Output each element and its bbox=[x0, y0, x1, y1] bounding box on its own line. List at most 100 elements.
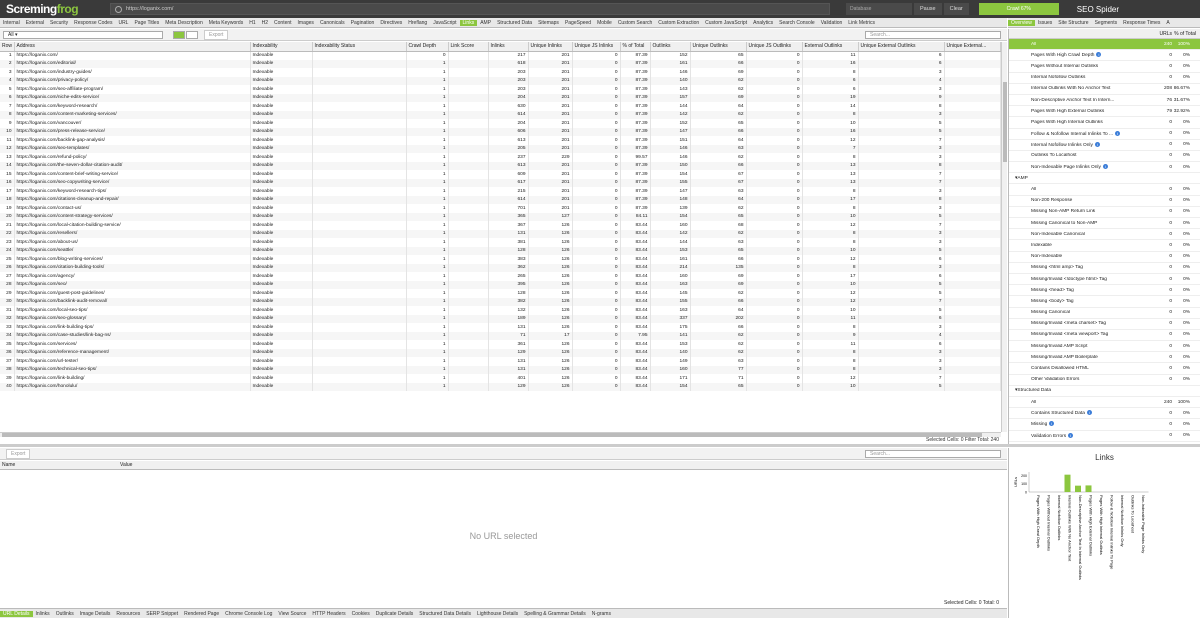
detail-tab-cookies[interactable]: Cookies bbox=[349, 611, 373, 617]
column-header-address[interactable]: Address bbox=[14, 42, 251, 52]
detail-tab-outlinks[interactable]: Outlinks bbox=[53, 611, 77, 617]
column-header-unique-external[interactable]: Unique External... bbox=[944, 42, 1001, 52]
table-row[interactable]: 4 https://loganix.com/privacy-policy/Inde… bbox=[0, 76, 1001, 85]
table-row[interactable]: 13 https://loganix.com/refund-policy/Inde… bbox=[0, 153, 1001, 162]
tab-custom-javascript[interactable]: Custom JavaScript bbox=[702, 20, 750, 26]
tab-directives[interactable]: Directives bbox=[377, 20, 405, 26]
column-header-crawl-depth[interactable]: Crawl Depth bbox=[406, 42, 449, 52]
detail-tab-spelling-grammar-details[interactable]: Spelling & Grammar Details bbox=[521, 611, 589, 617]
info-icon[interactable]: i bbox=[1086, 410, 1092, 416]
tab-h1[interactable]: H1 bbox=[246, 20, 258, 26]
table-row[interactable]: 23 https://loganix.com/about-us/Indexable… bbox=[0, 238, 1001, 247]
tab-images[interactable]: Images bbox=[295, 20, 317, 26]
overview-item-missing[interactable]: Missing i 0 0% bbox=[1009, 419, 1200, 431]
table-row[interactable]: 36 https://loganix.com/reference-manageme… bbox=[0, 348, 1001, 357]
detail-search-input[interactable]: Search... bbox=[865, 449, 1001, 458]
table-row[interactable]: 28 https://loganix.com/seo/Indexable 1 395 1… bbox=[0, 280, 1001, 289]
overview-item-pages-with-high-crawl-depth[interactable]: Pages With High Crawl Depth i 0 0% bbox=[1009, 50, 1200, 62]
right-tab-issues[interactable]: Issues bbox=[1035, 20, 1055, 26]
table-row[interactable]: 40 https://loganix.com/honolulu/Indexable… bbox=[0, 382, 1001, 391]
info-icon[interactable]: i bbox=[1115, 130, 1121, 136]
detail-tab-serp-snippet[interactable]: SERP Snippet bbox=[143, 611, 181, 617]
column-header-inlinks[interactable]: Inlinks bbox=[488, 42, 529, 52]
detail-tab-n-grams[interactable]: N-grams bbox=[589, 611, 614, 617]
table-row[interactable]: 14 https://loganix.com/the-seven-dollar-c… bbox=[0, 161, 1001, 170]
mode-select[interactable]: Database bbox=[846, 3, 912, 15]
overview-item-internal-nofollow-inlinks-only[interactable]: Internal Nofollow Inlinks Only i 0 0% bbox=[1009, 140, 1200, 151]
column-header-unique-js-inlinks[interactable]: Unique JS Inlinks bbox=[572, 42, 621, 52]
info-icon[interactable]: i bbox=[1068, 432, 1074, 438]
detail-tab-view-source[interactable]: View Source bbox=[275, 611, 309, 617]
column-header-link-score[interactable]: Link Score bbox=[448, 42, 489, 52]
overview-item-missing-canonical[interactable]: Missing Canonical 0 0% bbox=[1009, 308, 1200, 319]
table-row[interactable]: 29 https://loganix.com/guest-post-guideli… bbox=[0, 289, 1001, 298]
overview-item-non-indexable-canonical[interactable]: Non-Indexable Canonical 0 0% bbox=[1009, 229, 1200, 241]
overview-item-amp[interactable]: AMP bbox=[1009, 173, 1200, 185]
filter-select[interactable]: All ▾ bbox=[3, 30, 163, 39]
tab-javascript[interactable]: JavaScript bbox=[430, 20, 459, 26]
table-row[interactable]: 35 https://loganix.com/services/Indexable… bbox=[0, 340, 1001, 349]
table-row[interactable]: 30 https://loganix.com/backlink-audit-rem… bbox=[0, 297, 1001, 306]
overview-item-non-indexable[interactable]: Non-Indexable 0 0% bbox=[1009, 252, 1200, 263]
overview-item-missing-invalid-meta-viewport-tag[interactable]: Missing/Invalid <meta viewport> Tag 0 0% bbox=[1009, 330, 1200, 342]
tab-search-console[interactable]: Search Console bbox=[776, 20, 818, 26]
table-row[interactable]: 18 https://loganix.com/citations-cleanup-… bbox=[0, 195, 1001, 204]
tab-structured-data[interactable]: Structured Data bbox=[494, 20, 535, 26]
overview-item-missing-invalid-amp-boilerplate[interactable]: Missing/Invalid AMP Boilerplate 0 0% bbox=[1009, 352, 1200, 364]
table-row[interactable]: 20 https://loganix.com/content-strategy-s… bbox=[0, 212, 1001, 221]
overview-item-indexable[interactable]: Indexable 0 0% bbox=[1009, 240, 1200, 252]
table-row[interactable]: 25 https://loganix.com/blog-writing-servi… bbox=[0, 255, 1001, 264]
overview-item-missing-invalid-doctype-html-tag[interactable]: Missing/Invalid <!doctype html> Tag 0 0% bbox=[1009, 274, 1200, 286]
tab-internal[interactable]: Internal bbox=[0, 20, 23, 26]
detail-export-button[interactable]: Export bbox=[6, 448, 31, 459]
table-row[interactable]: 5 https://loganix.com/seo-affiliate-progr… bbox=[0, 85, 1001, 94]
table-row[interactable]: 24 https://loganix.com/seattle/Indexable 1… bbox=[0, 246, 1001, 255]
clear-button[interactable]: Clear bbox=[943, 3, 969, 15]
table-row[interactable]: 38 https://loganix.com/technical-seo-tips… bbox=[0, 365, 1001, 374]
overview-item-structured-data[interactable]: Structured Data bbox=[1009, 386, 1200, 397]
overview-item-pages-with-high-internal-outlinks[interactable]: Pages With High Internal Outlinks 0 0% bbox=[1009, 117, 1200, 129]
table-row[interactable]: 11 https://loganix.com/backlink-gap-analy… bbox=[0, 136, 1001, 145]
info-icon[interactable]: i bbox=[1102, 164, 1108, 170]
tab-h2[interactable]: H2 bbox=[259, 20, 271, 26]
table-row[interactable]: 22 https://loganix.com/resellers/Indexabl… bbox=[0, 229, 1001, 238]
column-header-row[interactable]: Row bbox=[0, 42, 15, 52]
export-button[interactable]: Export bbox=[204, 29, 229, 40]
pause-button[interactable]: Pause bbox=[914, 3, 942, 15]
right-tab-response-times[interactable]: Response Times bbox=[1120, 20, 1163, 26]
overview-item-missing-canonical-to-non-amp[interactable]: Missing Canonical to Non-AMP 0 0% bbox=[1009, 218, 1200, 230]
table-row[interactable]: 12 https://loganix.com/seo-templates/Inde… bbox=[0, 144, 1001, 153]
tab-custom-search[interactable]: Custom Search bbox=[615, 20, 655, 26]
column-header-outlinks[interactable]: Outlinks bbox=[650, 42, 691, 52]
right-tab-segments[interactable]: Segments bbox=[1092, 20, 1121, 26]
tree-view-button[interactable] bbox=[186, 30, 198, 39]
table-row[interactable]: 33 https://loganix.com/link-building-tips… bbox=[0, 323, 1001, 332]
detail-tab-resources[interactable]: Resources bbox=[113, 611, 143, 617]
table-row[interactable]: 7 https://loganix.com/keyword-research/In… bbox=[0, 102, 1001, 111]
overview-item-contains-disallowed-html[interactable]: Contains Disallowed HTML 0 0% bbox=[1009, 363, 1200, 375]
table-row[interactable]: 17 https://loganix.com/keyword-research-t… bbox=[0, 187, 1001, 196]
column-header-indexability-status[interactable]: Indexability Status bbox=[312, 42, 407, 52]
overview-item-outlinks-to-localhost[interactable]: Outlinks To Localhost 0 0% bbox=[1009, 151, 1200, 163]
column-header-of-total[interactable]: % of Total bbox=[620, 42, 651, 52]
tab-security[interactable]: Security bbox=[47, 20, 71, 26]
table-row[interactable]: 21 https://loganix.com/local-citation-bui… bbox=[0, 221, 1001, 230]
tab-pagination[interactable]: Pagination bbox=[348, 20, 378, 26]
detail-tab-http-headers[interactable]: HTTP Headers bbox=[309, 611, 348, 617]
table-vertical-scrollbar[interactable] bbox=[1001, 42, 1007, 432]
tab-mobile[interactable]: Mobile bbox=[594, 20, 615, 26]
table-row[interactable]: 15 https://loganix.com/content-brief-writ… bbox=[0, 170, 1001, 179]
list-view-button[interactable] bbox=[173, 30, 185, 39]
column-header-unique-js-outlinks[interactable]: Unique JS Outlinks bbox=[746, 42, 803, 52]
detail-tab-inlinks[interactable]: Inlinks bbox=[33, 611, 53, 617]
tab-canonicals[interactable]: Canonicals bbox=[317, 20, 348, 26]
tab-external[interactable]: External bbox=[23, 20, 47, 26]
column-header-unique-inlinks[interactable]: Unique Inlinks bbox=[528, 42, 573, 52]
overview-item-missing-invalid-amp-script[interactable]: Missing/Invalid AMP Script 0 0% bbox=[1009, 341, 1200, 353]
tab-validation[interactable]: Validation bbox=[818, 20, 846, 26]
panel-splitter[interactable] bbox=[0, 444, 1200, 447]
tab-meta-description[interactable]: Meta Description bbox=[162, 20, 206, 26]
search-input[interactable]: Search... bbox=[865, 30, 1001, 39]
table-row[interactable]: 34 https://loganix.com/case-studies/link-… bbox=[0, 331, 1001, 340]
table-row[interactable]: 27 https://loganix.com/agency/Indexable 1 2… bbox=[0, 272, 1001, 281]
